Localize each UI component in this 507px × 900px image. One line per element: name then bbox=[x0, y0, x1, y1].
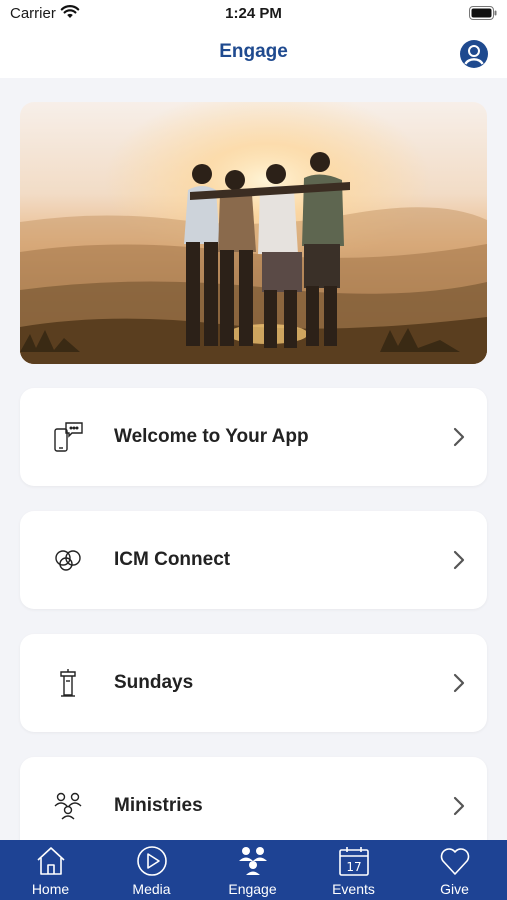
content-area: Welcome to Your App ICM Connect Sundays bbox=[0, 78, 507, 840]
tab-events[interactable]: 17 Events bbox=[303, 840, 404, 900]
tab-label: Media bbox=[132, 881, 171, 897]
chevron-right-icon bbox=[453, 550, 465, 570]
person-circle-icon[interactable] bbox=[459, 39, 489, 69]
card-ministries[interactable]: Ministries bbox=[20, 757, 487, 840]
tab-give[interactable]: Give bbox=[404, 840, 505, 900]
tab-label: Engage bbox=[228, 881, 277, 897]
calendar-day: 17 bbox=[346, 860, 361, 874]
lectern-icon bbox=[60, 669, 76, 697]
heart-icon bbox=[440, 848, 470, 875]
card-welcome[interactable]: Welcome to Your App bbox=[20, 388, 487, 486]
tab-home[interactable]: Home bbox=[0, 840, 101, 900]
tab-label: Give bbox=[440, 881, 469, 897]
chevron-right-icon bbox=[453, 796, 465, 816]
card-icm-connect[interactable]: ICM Connect bbox=[20, 511, 487, 609]
nav-bar: Engage bbox=[0, 30, 507, 78]
calendar-icon: 17 bbox=[339, 847, 369, 876]
status-bar: Carrier 1:24 PM bbox=[0, 0, 507, 30]
people-group-icon bbox=[54, 792, 82, 820]
tab-bar: Home Media Engage 17 Events Give bbox=[0, 840, 507, 900]
play-circle-icon bbox=[137, 846, 167, 876]
card-label: ICM Connect bbox=[114, 549, 231, 570]
tab-label: Home bbox=[31, 881, 70, 897]
chevron-right-icon bbox=[453, 427, 465, 447]
tab-label: Events bbox=[332, 881, 375, 897]
page-title: Engage bbox=[219, 41, 288, 62]
tab-engage[interactable]: Engage bbox=[202, 840, 303, 900]
card-label: Welcome to Your App bbox=[114, 426, 309, 447]
battery-icon bbox=[469, 6, 497, 20]
home-icon bbox=[37, 847, 65, 875]
card-label: Ministries bbox=[114, 795, 203, 816]
group-of-friends-at-sunset-photo bbox=[20, 102, 487, 364]
tab-media[interactable]: Media bbox=[101, 840, 202, 900]
phone-chat-icon bbox=[54, 422, 83, 452]
chevron-right-icon bbox=[453, 673, 465, 693]
hero-image[interactable] bbox=[20, 102, 487, 364]
status-time: 1:24 PM bbox=[225, 5, 282, 22]
connect-circles-icon bbox=[55, 550, 81, 571]
people-group-icon bbox=[239, 847, 267, 875]
card-sundays[interactable]: Sundays bbox=[20, 634, 487, 732]
card-label: Sundays bbox=[114, 672, 194, 693]
